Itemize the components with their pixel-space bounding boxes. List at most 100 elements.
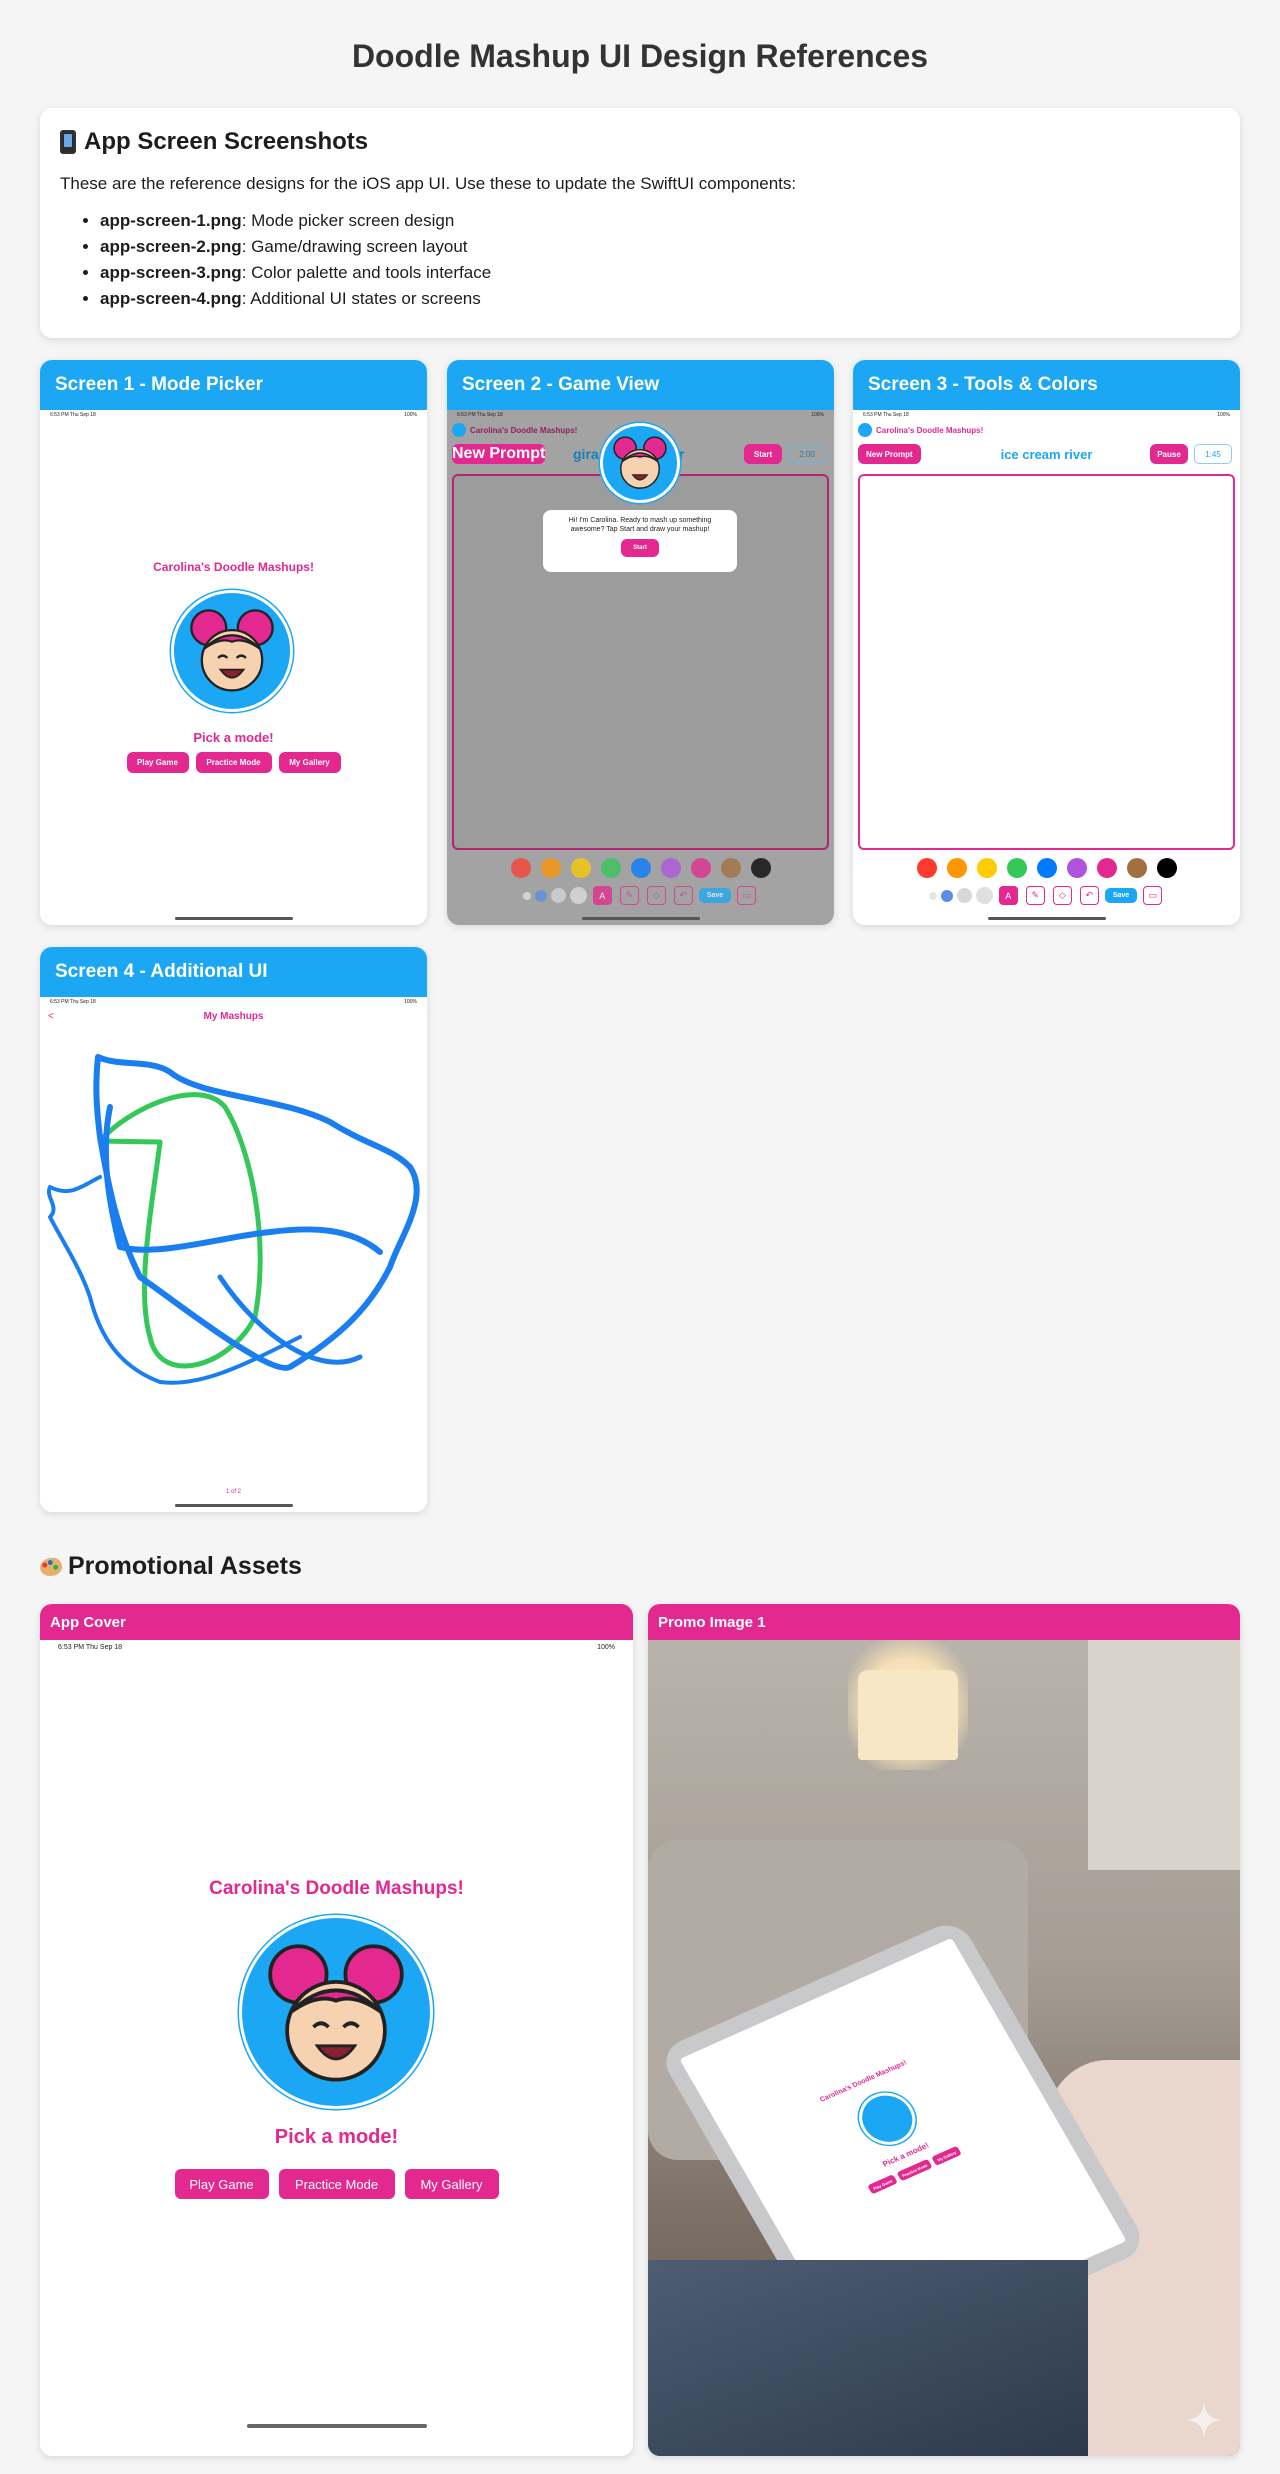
status-bar: 6:53 PM Thu Sep 18 100%	[447, 410, 834, 422]
my-gallery-button[interactable]: My Gallery	[278, 752, 341, 773]
intro-card: App Screen Screenshots These are the ref…	[40, 108, 1240, 338]
my-gallery-button: My Gallery	[931, 2145, 962, 2166]
color-swatch[interactable]	[570, 858, 591, 878]
color-swatch[interactable]	[720, 858, 741, 878]
undo-icon[interactable]: ↶	[673, 886, 693, 905]
brush-size[interactable]	[940, 889, 953, 902]
page-title: Doodle Mashup UI Design References	[351, 38, 929, 74]
file-name: app-screen-3.png	[100, 263, 242, 282]
color-swatch[interactable]	[916, 858, 937, 878]
play-game-button: Play Game	[867, 2174, 898, 2195]
status-battery: 100%	[404, 412, 417, 418]
dialog-start-button[interactable]: Start	[621, 539, 659, 557]
brush-size[interactable]	[569, 887, 587, 904]
sparkle-watermark-icon	[1186, 2402, 1222, 2438]
app-cover-card: App Cover 6:53 PM Thu Sep 18 100% Carolin…	[40, 1604, 633, 2456]
eraser-icon[interactable]: ◇	[646, 886, 666, 905]
screen-preview: 6:53 PM Thu Sep 18 100% Carolina's Doodle…	[40, 410, 427, 925]
color-swatch[interactable]	[976, 858, 997, 878]
undo-icon[interactable]: ↶	[1079, 886, 1099, 905]
file-desc: : Game/drawing screen layout	[241, 237, 468, 256]
color-swatch[interactable]	[750, 858, 771, 878]
list-item: app-screen-2.png: Game/drawing screen la…	[100, 234, 1220, 260]
color-swatch[interactable]	[1036, 858, 1057, 878]
mascot-avatar	[171, 590, 293, 712]
drawing-canvas[interactable]	[858, 474, 1235, 850]
dialog-text: Hi! I'm Carolina. Ready to mash up somet…	[568, 517, 712, 533]
mascot-avatar	[600, 423, 680, 503]
color-swatch[interactable]	[630, 858, 651, 878]
tool-bar: A ✎ ◇ ↶ Save ▭	[447, 886, 834, 905]
mascot-face-icon	[268, 1944, 404, 2082]
tool-bar: A ✎ ◇ ↶ Save ▭	[853, 886, 1240, 905]
pen-tool-icon[interactable]: A	[998, 886, 1018, 905]
mascot-face-icon	[613, 436, 667, 489]
color-swatch[interactable]	[690, 858, 711, 878]
start-button[interactable]: Start	[744, 444, 782, 464]
cover-mode-buttons: Play Game Practice Mode My Gallery	[40, 2169, 633, 2199]
child-legs	[648, 2260, 1088, 2456]
home-indicator	[174, 917, 293, 920]
brush-size[interactable]	[534, 889, 547, 902]
palette-icon	[38, 1554, 64, 1579]
color-swatch[interactable]	[660, 858, 681, 878]
list-item: app-screen-3.png: Color palette and tool…	[100, 260, 1220, 286]
file-name: app-screen-2.png	[100, 237, 242, 256]
color-swatch[interactable]	[510, 858, 531, 878]
intro-heading-text: App Screen Screenshots	[84, 128, 369, 155]
color-swatch[interactable]	[1096, 858, 1117, 878]
avatar	[858, 423, 872, 437]
color-swatch[interactable]	[600, 858, 621, 878]
mode-buttons: Play Game Practice Mode My Gallery	[40, 752, 427, 773]
home-indicator	[581, 917, 700, 920]
save-button[interactable]: Save	[698, 888, 732, 903]
intro-heading: App Screen Screenshots	[60, 128, 1220, 156]
gallery-icon[interactable]: ▭	[737, 886, 757, 905]
pause-button[interactable]: Pause	[1150, 444, 1188, 464]
color-swatch[interactable]	[540, 858, 561, 878]
pencil-icon[interactable]: ✎	[1025, 886, 1045, 905]
mascot-avatar	[239, 1915, 433, 2109]
home-indicator	[987, 917, 1106, 920]
screen-card-title: Screen 2 - Game View	[447, 360, 834, 410]
practice-mode-button[interactable]: Practice Mode	[278, 2169, 395, 2199]
status-battery: 100%	[1217, 412, 1230, 418]
app-header: Carolina's Doodle Mashups!	[858, 422, 1235, 438]
save-button[interactable]: Save	[1104, 888, 1138, 903]
new-prompt-button[interactable]: New Prompt	[452, 444, 546, 464]
app-title: Carolina's Doodle Mashups!	[153, 560, 314, 574]
practice-mode-button[interactable]: Practice Mode	[195, 752, 272, 773]
screen-preview: 6:53 PM Thu Sep 18 100% Carolina's Doodle…	[447, 410, 834, 925]
play-game-button[interactable]: Play Game	[174, 2169, 269, 2199]
brush-size[interactable]	[975, 887, 993, 904]
color-swatch[interactable]	[1006, 858, 1027, 878]
color-swatch[interactable]	[1126, 858, 1147, 878]
brush-size[interactable]	[956, 888, 972, 903]
brush-size[interactable]	[928, 891, 937, 900]
pen-tool-icon[interactable]: A	[592, 886, 612, 905]
brush-size[interactable]	[550, 888, 566, 903]
eraser-icon[interactable]: ◇	[1052, 886, 1072, 905]
gallery-title: My Mashups	[203, 1011, 264, 1022]
promo-image-title: Promo Image 1	[648, 1604, 1240, 1640]
color-swatch[interactable]	[1156, 858, 1177, 878]
welcome-dialog: Hi! I'm Carolina. Ready to mash up somet…	[543, 510, 737, 572]
color-swatch[interactable]	[1066, 858, 1087, 878]
status-battery: 100%	[597, 1644, 615, 1651]
pencil-icon[interactable]: ✎	[619, 886, 639, 905]
color-swatch[interactable]	[946, 858, 967, 878]
screen-card-title: Screen 4 - Additional UI	[40, 947, 427, 997]
app-title: Carolina's Doodle Mashups!	[470, 425, 578, 435]
brush-size[interactable]	[522, 891, 531, 900]
window	[1088, 1640, 1240, 1870]
file-name: app-screen-1.png	[100, 211, 242, 230]
timer: 1:45	[1194, 444, 1232, 464]
gallery-icon[interactable]: ▭	[1143, 886, 1163, 905]
my-gallery-button[interactable]: My Gallery	[404, 2169, 499, 2199]
page-indicator: 1 of 2	[225, 1489, 241, 1495]
cover-app-title: Carolina's Doodle Mashups!	[209, 1878, 464, 1899]
status-bar: 6:53 PM Thu Sep 18 100%	[853, 410, 1240, 422]
app-cover-preview: 6:53 PM Thu Sep 18 100% Carolina's Doodle…	[40, 1640, 633, 2456]
play-game-button[interactable]: Play Game	[126, 752, 189, 773]
status-battery: 100%	[811, 412, 824, 418]
